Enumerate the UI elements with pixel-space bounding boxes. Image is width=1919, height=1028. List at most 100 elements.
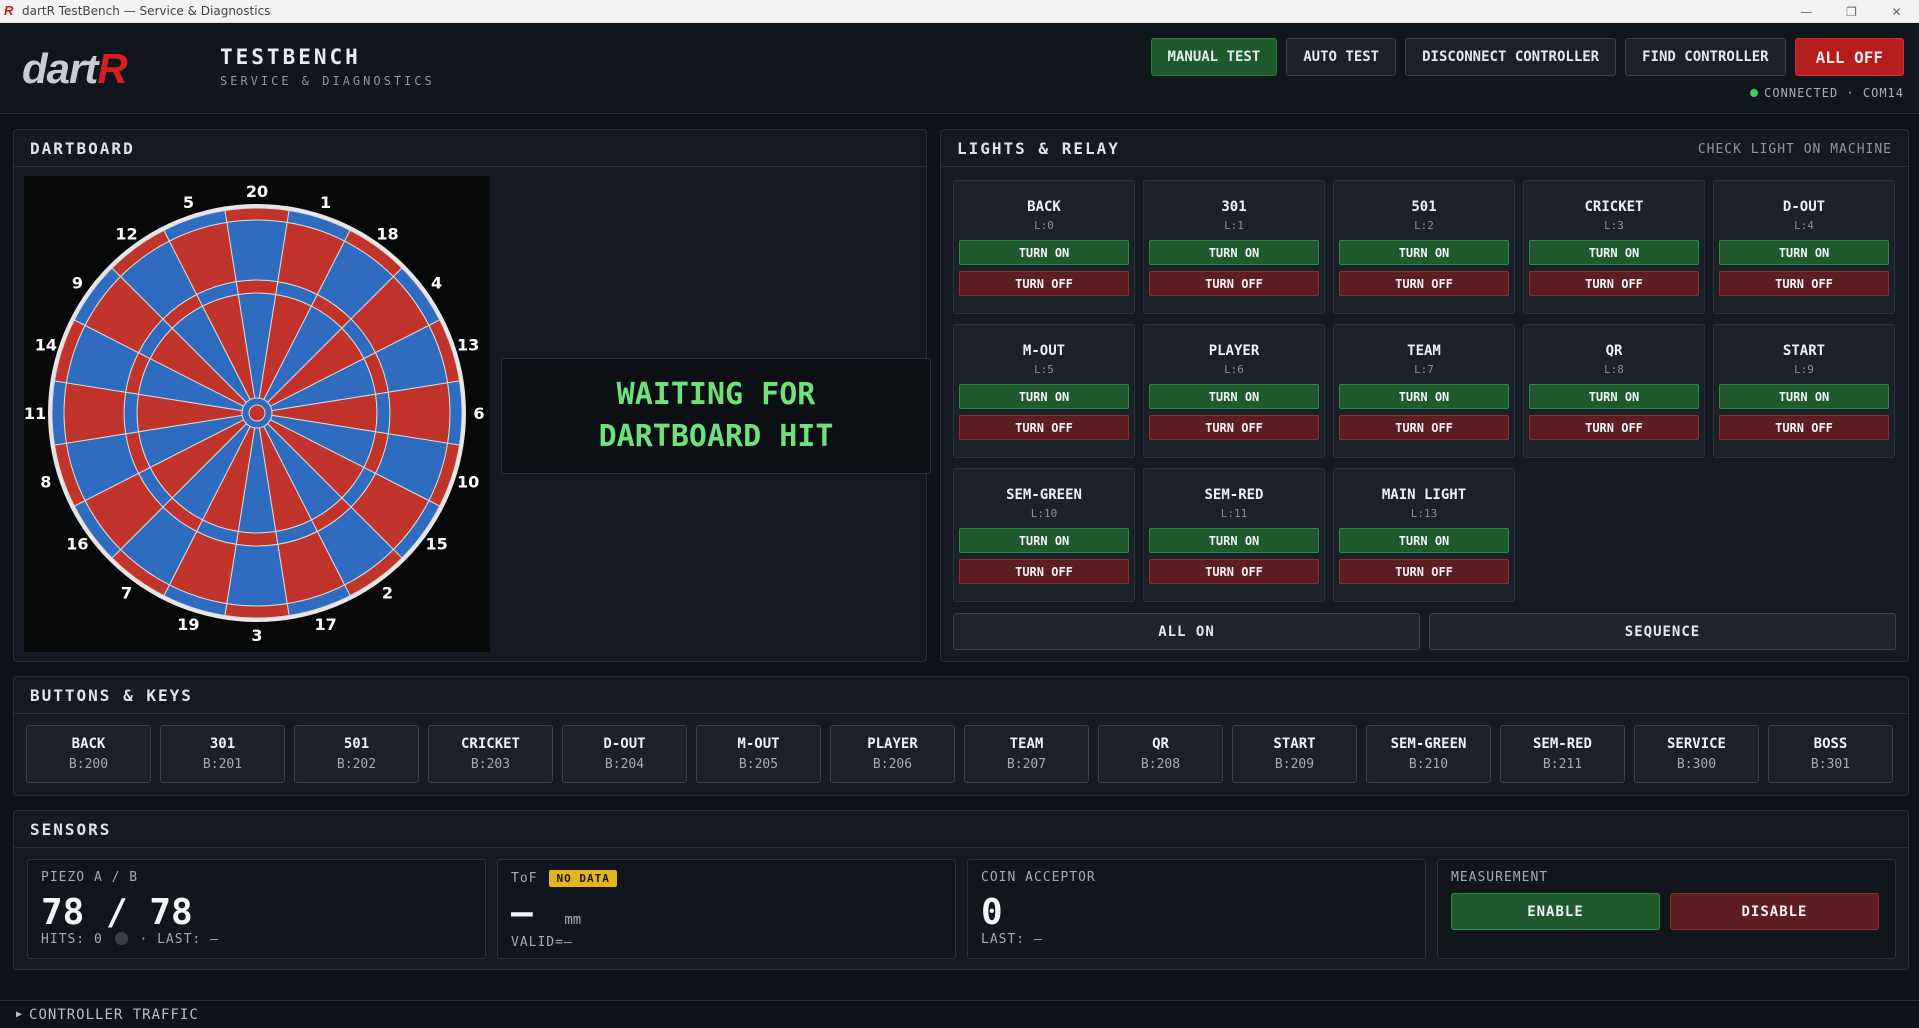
sequence-button[interactable]: SEQUENCE (1429, 613, 1896, 650)
close-button[interactable]: ✕ (1874, 0, 1919, 23)
turn-off-button[interactable]: TURN OFF (1719, 271, 1889, 296)
dartboard-panel: DARTBOARD 20 1 18 4 13 6 10 15 2 17 3 19 7 16 8 11 14 9 12… (13, 129, 931, 662)
turn-on-button[interactable]: TURN ON (1339, 384, 1509, 409)
board-segment[interactable] (447, 380, 463, 446)
button-key-card[interactable]: 301 B:201 (160, 725, 285, 783)
button-key-card[interactable]: QR B:208 (1098, 725, 1223, 783)
turn-off-button[interactable]: TURN OFF (1529, 271, 1699, 296)
bullseye[interactable] (248, 404, 266, 422)
turn-on-button[interactable]: TURN ON (959, 384, 1129, 409)
board-segment[interactable] (224, 603, 290, 619)
button-key-card[interactable]: CRICKET B:203 (428, 725, 553, 783)
board-number: 18 (376, 224, 398, 243)
light-card: SEM-RED L:11 TURN ON TURN OFF (1143, 468, 1325, 602)
light-name: TEAM (1407, 343, 1441, 359)
button-key-card[interactable]: BOSS B:301 (1768, 725, 1893, 783)
logo-dart: dart (22, 45, 100, 91)
board-segment[interactable] (235, 530, 279, 547)
brand-title: TESTBENCH (220, 45, 361, 69)
controller-traffic-label: CONTROLLER TRAFFIC (29, 1006, 199, 1023)
turn-on-button[interactable]: TURN ON (1149, 384, 1319, 409)
dartr-logo: dartR (22, 45, 129, 91)
button-key-card[interactable]: D-OUT B:204 (562, 725, 687, 783)
turn-off-button[interactable]: TURN OFF (1149, 415, 1319, 440)
turn-on-button[interactable]: TURN ON (1719, 240, 1889, 265)
button-key-card[interactable]: TEAM B:207 (964, 725, 1089, 783)
auto-test-button[interactable]: AUTO TEST (1286, 38, 1397, 76)
board-segment[interactable] (123, 391, 140, 435)
light-name: SEM-RED (1204, 487, 1264, 503)
panel-divider (14, 713, 1908, 714)
board-segment[interactable] (226, 219, 288, 283)
piezo-sub: HITS: 0 · LAST: — (41, 932, 219, 947)
manual-test-button[interactable]: MANUAL TEST (1150, 38, 1278, 76)
dartboard-svg[interactable]: 20 1 18 4 13 6 10 15 2 17 3 19 7 16 8 11 14 9 12 5 (24, 176, 490, 652)
disconnect-controller-button[interactable]: DISCONNECT CONTROLLER (1405, 38, 1617, 76)
coin-label: COIN ACCEPTOR (981, 870, 1096, 885)
board-number: 2 (382, 584, 393, 603)
measurement-card: MEASUREMENT ENABLE DISABLE (1437, 859, 1896, 959)
dartboard-title: DARTBOARD (30, 139, 135, 158)
sensors-title: SENSORS (30, 820, 112, 839)
turn-on-button[interactable]: TURN ON (1339, 528, 1509, 553)
button-key-card[interactable]: M-OUT B:205 (696, 725, 821, 783)
controller-traffic-toggle[interactable]: ▶ CONTROLLER TRAFFIC (0, 1000, 1919, 1028)
find-controller-button[interactable]: FIND CONTROLLER (1625, 38, 1786, 76)
turn-off-button[interactable]: TURN OFF (959, 559, 1129, 584)
turn-on-button[interactable]: TURN ON (959, 240, 1129, 265)
turn-off-button[interactable]: TURN OFF (1339, 559, 1509, 584)
lights-hint: CHECK LIGHT ON MACHINE (1697, 142, 1892, 157)
light-name: D-OUT (1782, 199, 1826, 215)
board-segment[interactable] (226, 543, 288, 607)
piezo-label: PIEZO A / B (41, 870, 139, 885)
turn-on-button[interactable]: TURN ON (1529, 384, 1699, 409)
brand-subtitle: SERVICE & DIAGNOSTICS (220, 74, 435, 88)
turn-on-button[interactable]: TURN ON (1529, 240, 1699, 265)
all-on-button[interactable]: ALL ON (953, 613, 1420, 650)
maximize-button[interactable]: ❐ (1829, 0, 1874, 23)
turn-off-button[interactable]: TURN OFF (1339, 271, 1509, 296)
board-segment[interactable] (224, 207, 290, 223)
turn-off-button[interactable]: TURN OFF (1149, 271, 1319, 296)
all-off-button[interactable]: ALL OFF (1794, 38, 1904, 76)
button-key-card[interactable]: 501 B:202 (294, 725, 419, 783)
board-segment[interactable] (235, 279, 279, 296)
turn-off-button[interactable]: TURN OFF (959, 415, 1129, 440)
status-dot-icon (1750, 89, 1759, 97)
turn-on-button[interactable]: TURN ON (1149, 240, 1319, 265)
minimize-button[interactable]: — (1784, 0, 1829, 23)
turn-on-button[interactable]: TURN ON (1719, 384, 1889, 409)
turn-off-button[interactable]: TURN OFF (1339, 415, 1509, 440)
enable-measurement-button[interactable]: ENABLE (1451, 893, 1660, 930)
logo-text: dartR (22, 45, 128, 91)
light-name: PLAYER (1208, 343, 1260, 359)
light-id: L:1 (1224, 219, 1244, 232)
turn-off-button[interactable]: TURN OFF (959, 271, 1129, 296)
button-key-card[interactable]: SEM-GREEN B:210 (1366, 725, 1491, 783)
button-key-card[interactable]: BACK B:200 (26, 725, 151, 783)
button-key-code: B:210 (1408, 757, 1449, 772)
turn-off-button[interactable]: TURN OFF (1529, 415, 1699, 440)
board-number: 12 (115, 224, 137, 243)
button-key-name: BACK (71, 736, 106, 752)
button-key-card[interactable]: SEM-RED B:211 (1500, 725, 1625, 783)
button-key-card[interactable]: PLAYER B:206 (830, 725, 955, 783)
disable-measurement-button[interactable]: DISABLE (1670, 893, 1879, 930)
button-key-code: B:206 (872, 757, 913, 772)
turn-on-button[interactable]: TURN ON (959, 528, 1129, 553)
tof-unit: mm (564, 912, 582, 928)
board-segment[interactable] (63, 382, 127, 444)
turn-on-button[interactable]: TURN ON (1339, 240, 1509, 265)
board-segment[interactable] (387, 382, 451, 444)
button-key-name: QR (1152, 736, 1169, 752)
board-segment[interactable] (374, 391, 391, 435)
button-key-code: B:300 (1676, 757, 1717, 772)
turn-off-button[interactable]: TURN OFF (1149, 559, 1319, 584)
button-key-card[interactable]: SERVICE B:300 (1634, 725, 1759, 783)
turn-off-button[interactable]: TURN OFF (1719, 415, 1889, 440)
board-segment[interactable] (51, 380, 67, 446)
light-name: 501 (1411, 199, 1437, 215)
turn-on-button[interactable]: TURN ON (1149, 528, 1319, 553)
panel-divider (941, 166, 1908, 167)
button-key-card[interactable]: START B:209 (1232, 725, 1357, 783)
